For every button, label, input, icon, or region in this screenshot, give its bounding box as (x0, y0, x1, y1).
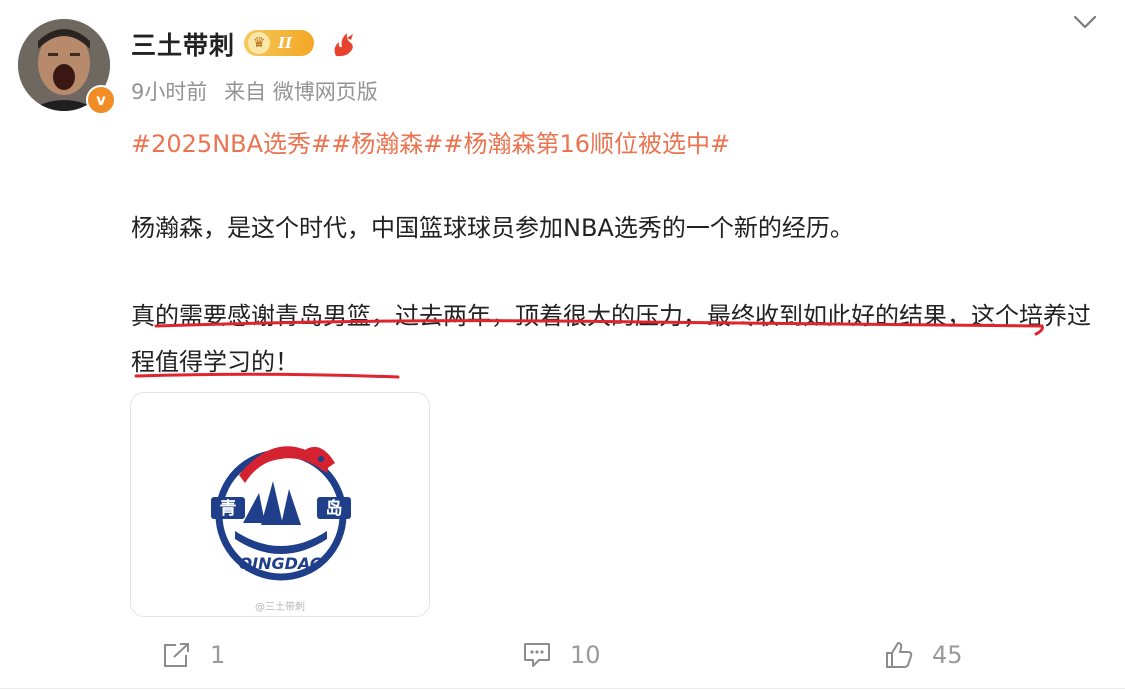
repost-icon (164, 643, 189, 667)
qingdao-logo: 青 岛 QINGDAO (211, 446, 351, 581)
vip-badge[interactable]: ♛ II (244, 30, 314, 56)
repost-button[interactable]: 1 (162, 638, 225, 672)
chevron-down-icon[interactable] (1071, 10, 1099, 34)
image-watermark: @三土带刺 (255, 602, 305, 613)
vip-level: II (278, 34, 293, 52)
post-text-paragraph-1: 杨瀚森，是这个时代，中国篮球球员参加NBA选秀的一个新的经历。 (131, 214, 854, 242)
repost-count: 1 (210, 641, 226, 669)
post-time[interactable]: 9小时前 (131, 80, 207, 104)
fire-badge-icon[interactable] (330, 30, 356, 58)
comment-button[interactable]: 10 (522, 638, 601, 672)
topic-links[interactable]: #2025NBA选秀##杨瀚森##杨瀚森第16顺位被选中# (131, 124, 730, 159)
thumbs-up-icon (886, 642, 913, 668)
post-source: 来自 微博网页版 (224, 80, 378, 104)
logo-wordmark: QINGDAO (239, 554, 324, 573)
username[interactable]: 三土带刺 (131, 26, 235, 62)
crown-icon: ♛ (248, 32, 270, 54)
comment-icon (524, 643, 550, 667)
logo-text-right: 岛 (326, 498, 343, 519)
divider (0, 688, 1125, 689)
post-image[interactable]: 青 岛 QINGDAO @三土带刺 (130, 392, 430, 617)
like-button[interactable]: 45 (884, 638, 963, 672)
action-bar: 1 10 45 (0, 630, 1125, 680)
post-meta: 9小时前 来自 微博网页版 (131, 76, 388, 106)
logo-text-left: 青 (220, 498, 237, 519)
post-text-paragraph-2: 真的需要感谢青岛男篮，过去两年，顶着很大的压力，最终收到如此好的结果，这个培养过… (131, 302, 1091, 376)
comment-count: 10 (570, 641, 601, 669)
verified-icon: v (86, 85, 116, 115)
like-count: 45 (932, 641, 963, 669)
